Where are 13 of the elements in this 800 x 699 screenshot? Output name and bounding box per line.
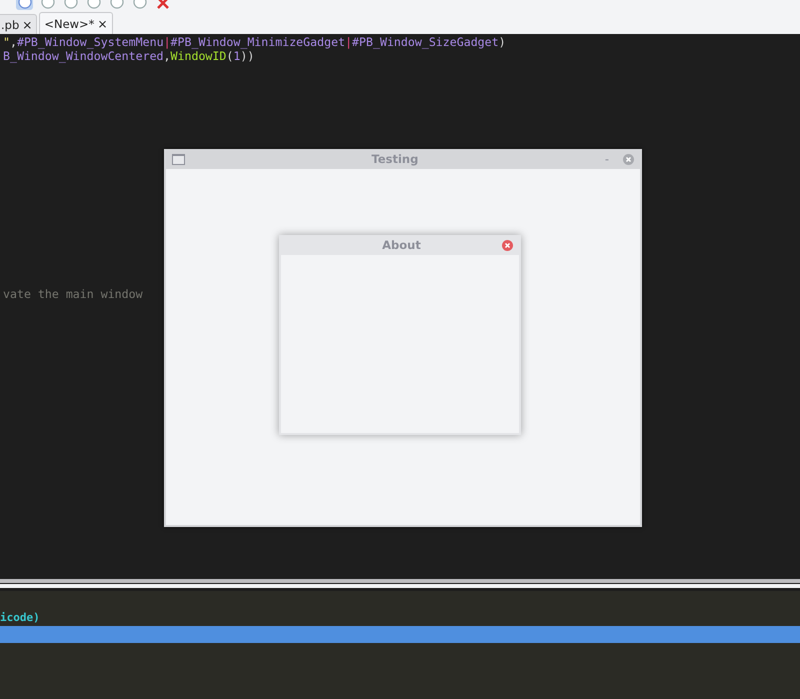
close-icon[interactable] — [623, 154, 634, 164]
code-line: B_Window_WindowCentered,WindowID(1)) — [2, 49, 254, 63]
window-title: Testing — [370, 152, 420, 166]
code-line: ",#PB_Window_SystemMenu|#PB_Window_MinimizeGadget|#PB_Window_SizeGadget) — [2, 35, 506, 49]
close-tab-button[interactable]: × — [97, 16, 108, 30]
code-comment: vate the main window — [2, 287, 143, 301]
output-text: icode) — [0, 610, 40, 624]
close-icon[interactable] — [502, 240, 513, 250]
window-title: About — [381, 238, 422, 252]
editor-tab[interactable]: <New>* × — [39, 12, 112, 34]
close-tab-button[interactable]: × — [22, 18, 32, 32]
window-icon[interactable] — [172, 154, 185, 164]
editor-tab[interactable]: .pb × — [0, 14, 38, 34]
